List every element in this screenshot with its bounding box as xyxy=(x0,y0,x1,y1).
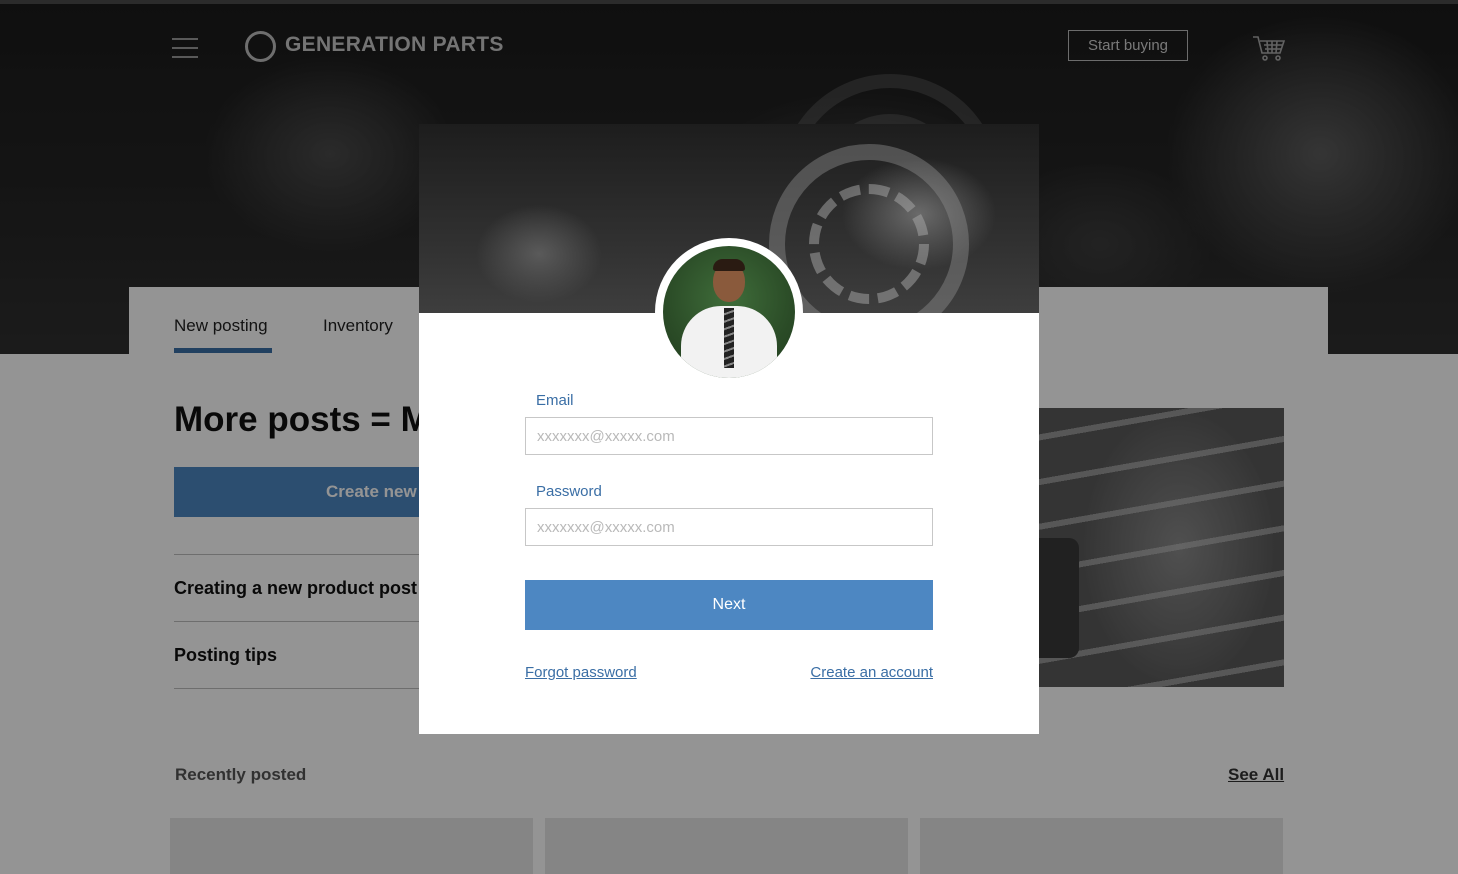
password-field[interactable] xyxy=(525,508,933,546)
page: GENERATION PARTS Start buying New postin… xyxy=(0,0,1458,874)
login-modal: Email Password Next Forgot password Crea… xyxy=(419,124,1039,734)
forgot-password-link[interactable]: Forgot password xyxy=(525,664,637,681)
password-label: Password xyxy=(536,483,602,500)
avatar xyxy=(663,246,795,378)
email-label: Email xyxy=(536,392,574,409)
create-account-link[interactable]: Create an account xyxy=(810,664,933,681)
next-button[interactable]: Next xyxy=(525,580,933,630)
email-field[interactable] xyxy=(525,417,933,455)
